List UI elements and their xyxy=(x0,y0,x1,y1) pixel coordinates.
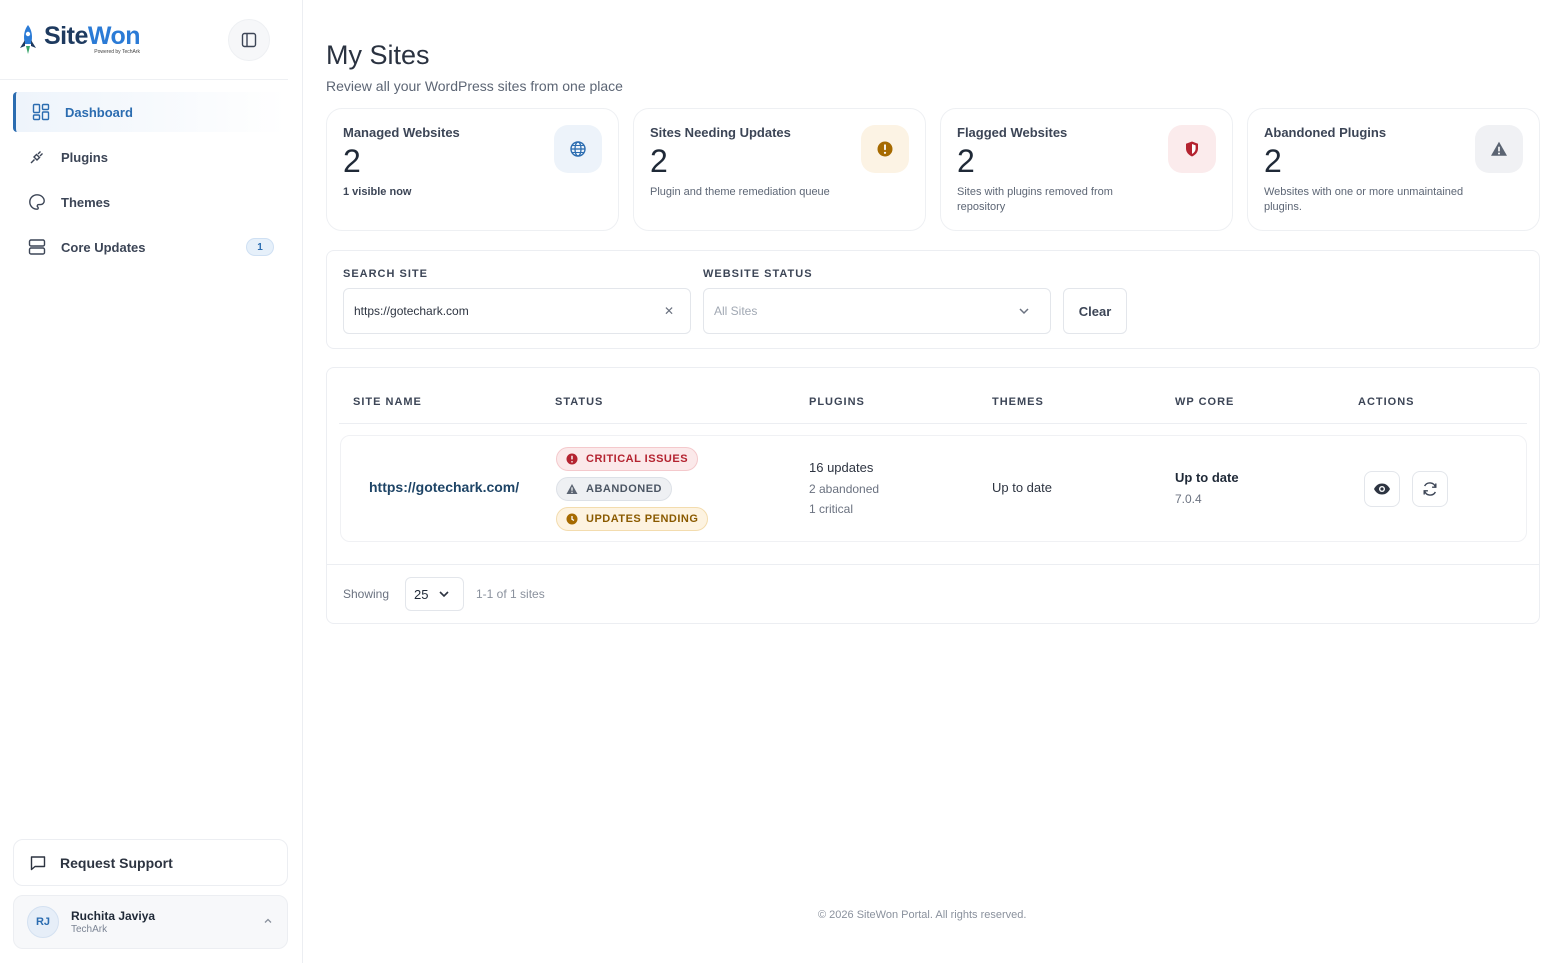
page-size-select[interactable]: 25 xyxy=(405,577,464,611)
brand-name-part1: Site xyxy=(44,22,88,50)
sidebar-item-label: Themes xyxy=(61,194,111,210)
sidebar-item-plugins[interactable]: Plugins xyxy=(13,137,286,177)
clear-button[interactable]: Clear xyxy=(1063,288,1127,334)
search-input-value: https://gotechark.com xyxy=(354,304,469,318)
stat-note: Websites with one or more unmaintained p… xyxy=(1264,186,1464,214)
stats-row: Managed Websites 2 1 visible now Sites N… xyxy=(326,108,1540,231)
search-site-label: SEARCH SITE xyxy=(343,268,428,280)
stat-card-flagged: Flagged Websites 2 Sites with plugins re… xyxy=(940,108,1233,231)
status-badge-label: UPDATES PENDING xyxy=(586,513,699,525)
column-header-site-name: SITE NAME xyxy=(353,396,422,408)
sidebar-panel-icon xyxy=(241,32,257,47)
sidebar-item-core-updates[interactable]: Core Updates 1 xyxy=(13,227,286,267)
palette-icon xyxy=(27,192,47,212)
warning-triangle-icon xyxy=(566,484,578,494)
column-header-plugins: PLUGINS xyxy=(809,396,865,408)
status-select-placeholder: All Sites xyxy=(714,304,758,318)
core-version: 7.0.4 xyxy=(1175,492,1202,506)
filters-panel: SEARCH SITE https://gotechark.com ✕ WEBS… xyxy=(326,250,1540,349)
sidebar-nav: Dashboard Plugins Themes Core Updates 1 xyxy=(0,80,302,267)
count-badge: 1 xyxy=(246,238,274,256)
sidebar-item-label: Plugins xyxy=(61,149,108,165)
stat-note: Sites with plugins removed from reposito… xyxy=(957,186,1113,214)
request-support-button[interactable]: Request Support xyxy=(13,839,288,886)
themes-status: Up to date xyxy=(992,480,1052,495)
view-site-button[interactable] xyxy=(1364,471,1400,507)
main-content: My Sites Review all your WordPress sites… xyxy=(303,0,1562,963)
page-size-value: 25 xyxy=(414,586,429,602)
dashboard-icon xyxy=(31,102,51,122)
server-icon xyxy=(27,237,47,257)
plugin-critical-count: 1 critical xyxy=(809,502,854,516)
clock-icon xyxy=(566,513,578,525)
plugin-updates-count: 16 updates xyxy=(809,460,874,475)
pagination-range: 1-1 of 1 sites xyxy=(476,587,545,601)
eye-icon xyxy=(1374,483,1390,495)
sidebar-item-label: Dashboard xyxy=(65,104,133,120)
sidebar-item-dashboard[interactable]: Dashboard xyxy=(13,92,286,132)
search-input[interactable]: https://gotechark.com ✕ xyxy=(343,288,691,334)
sidebar-item-themes[interactable]: Themes xyxy=(13,182,286,222)
user-name: Ruchita Javiya xyxy=(71,909,156,923)
plug-icon xyxy=(27,147,47,167)
refresh-site-button[interactable] xyxy=(1412,471,1448,507)
stat-card-needing-updates: Sites Needing Updates 2 Plugin and theme… xyxy=(633,108,926,231)
page-title: My Sites xyxy=(326,40,430,70)
site-link[interactable]: https://gotechark.com/ xyxy=(369,479,519,495)
sidebar-toggle-button[interactable] xyxy=(228,18,270,61)
logo[interactable]: SiteWon Powered by TechArk xyxy=(16,22,141,57)
sidebar-item-label: Core Updates xyxy=(61,239,146,255)
chevron-up-icon xyxy=(264,918,272,923)
column-header-actions: ACTIONS xyxy=(1358,396,1415,408)
brand-tagline: Powered by TechArk xyxy=(94,49,141,55)
globe-icon xyxy=(554,125,602,173)
column-header-themes: THEMES xyxy=(992,396,1044,408)
plugin-abandoned-count: 2 abandoned xyxy=(809,482,880,496)
user-org: TechArk xyxy=(71,924,108,935)
alert-circle-icon xyxy=(566,453,578,465)
sites-table: SITE NAME STATUS PLUGINS THEMES WP CORE … xyxy=(326,367,1540,624)
website-status-label: WEBSITE STATUS xyxy=(703,268,813,280)
column-header-wp-core: WP CORE xyxy=(1175,396,1235,408)
warning-triangle-icon xyxy=(1475,125,1523,173)
showing-label: Showing xyxy=(343,587,390,601)
footer-divider xyxy=(327,564,1539,565)
rocket-logo-icon xyxy=(20,24,36,54)
stat-card-abandoned: Abandoned Plugins 2 Websites with one or… xyxy=(1247,108,1540,231)
stat-note: Plugin and theme remediation queue xyxy=(650,186,830,199)
status-badge-critical: CRITICAL ISSUES xyxy=(556,447,699,471)
clear-search-icon[interactable]: ✕ xyxy=(664,304,674,318)
request-support-label: Request Support xyxy=(60,854,173,871)
core-status: Up to date xyxy=(1175,470,1239,485)
status-badge-pending: UPDATES PENDING xyxy=(556,507,709,531)
page-subtitle: Review all your WordPress sites from one… xyxy=(326,78,623,94)
copyright-footer: © 2026 SiteWon Portal. All rights reserv… xyxy=(818,909,1027,921)
chat-icon xyxy=(30,855,46,870)
sidebar: SiteWon Powered by TechArk Dashboard Plu… xyxy=(0,0,303,963)
website-status-select[interactable]: All Sites xyxy=(703,288,1051,334)
chevron-down-icon xyxy=(439,591,450,598)
status-badge-abandoned: ABANDONED xyxy=(556,477,672,501)
header-divider xyxy=(339,423,1527,424)
alert-circle-icon xyxy=(861,125,909,173)
brand-name-part2: Won xyxy=(87,22,141,50)
column-header-status: STATUS xyxy=(555,396,604,408)
chevron-down-icon xyxy=(1019,308,1029,315)
brand-header: SiteWon Powered by TechArk xyxy=(0,0,288,80)
status-badge-label: CRITICAL ISSUES xyxy=(586,453,689,465)
user-menu[interactable]: RJ Ruchita Javiya TechArk xyxy=(13,895,288,949)
shield-icon xyxy=(1168,125,1216,173)
stat-note: 1 visible now xyxy=(343,186,412,199)
status-badge-label: ABANDONED xyxy=(586,483,662,495)
table-row: https://gotechark.com/ CRITICAL ISSUES A… xyxy=(340,435,1527,542)
refresh-icon xyxy=(1423,482,1437,496)
avatar: RJ xyxy=(27,906,59,938)
stat-card-managed: Managed Websites 2 1 visible now xyxy=(326,108,619,231)
